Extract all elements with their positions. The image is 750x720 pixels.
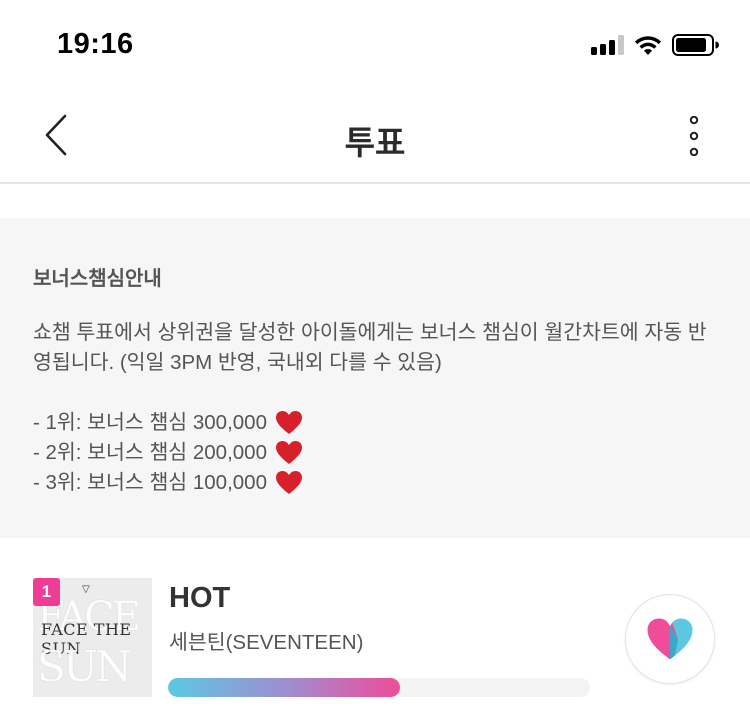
battery-icon [672, 34, 719, 56]
info-title: 보너스챔심안내 [33, 268, 162, 290]
bonus-list: - 1위: 보너스 챔심 300,000 - 2위: 보너스 챔심 200,00… [33, 408, 303, 498]
page-title: 투표 [344, 124, 406, 161]
vote-progress-fill [168, 678, 401, 697]
wifi-icon [635, 36, 661, 55]
bonus-info-box: 보너스챔심안내 쇼챔 투표에서 상위권을 달성한 아이돌에게는 보너스 챔심이 … [0, 218, 750, 538]
red-heart-icon [275, 411, 302, 434]
bonus-line: - 3위: 보너스 챔심 100,000 [33, 468, 303, 498]
vote-button[interactable] [625, 594, 715, 684]
red-heart-icon [275, 441, 302, 464]
ranking-list-item[interactable]: ▽ FACE FACE THE SUN SUN 1 HOT 세븐틴(SEVENT… [0, 538, 750, 720]
song-title: HOT [169, 582, 231, 614]
bonus-line: - 2위: 보너스 챔심 200,000 [33, 438, 303, 468]
status-time: 19:16 [57, 28, 134, 60]
artist-name: 세븐틴(SEVENTEEN) [169, 631, 364, 654]
album-art-text: SUN [37, 642, 132, 691]
red-heart-icon [275, 471, 302, 494]
bonus-line: - 1위: 보너스 챔심 300,000 [33, 408, 303, 438]
more-options-button[interactable] [674, 112, 714, 160]
bonus-line-text: - 2위: 보너스 챔심 200,000 [33, 441, 267, 464]
info-description: 쇼챔 투표에서 상위권을 달성한 아이돌에게는 보너스 챔심이 월간차트에 자동… [33, 321, 707, 374]
more-vertical-icon [689, 116, 699, 156]
vote-progress-bar [168, 678, 590, 697]
bonus-line-text: - 1위: 보너스 챔심 300,000 [33, 411, 267, 434]
vote-heart-icon [646, 617, 694, 661]
cellular-signal-icon [591, 35, 625, 55]
bonus-line-text: - 3위: 보너스 챔심 100,000 [33, 471, 267, 494]
app-header: 투표 [0, 88, 750, 184]
status-bar: 19:16 [0, 0, 750, 88]
rank-badge: 1 [33, 578, 60, 606]
